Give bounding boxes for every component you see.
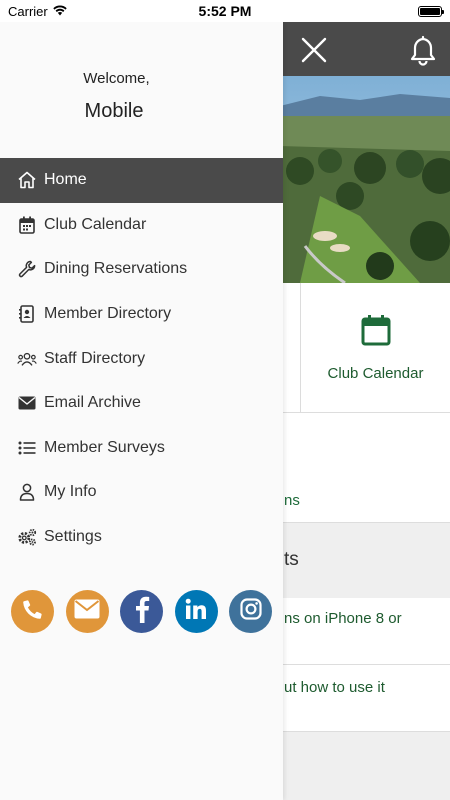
nav-item-dining-reservations[interactable]: Dining Reservations [0,247,283,292]
nav-item-label: Email Archive [44,394,141,412]
wrench-icon [17,259,37,279]
info-card-text: ns [284,492,300,509]
calendar-icon [361,314,391,351]
address-book-icon [17,304,37,324]
list-icon [17,438,37,458]
user-name: Mobile [84,100,144,122]
bell-icon[interactable] [408,34,438,66]
section-title: ts [284,549,299,570]
club-calendar-tile[interactable]: Club Calendar [301,283,450,413]
nav-item-club-calendar[interactable]: Club Calendar [0,203,283,248]
nav-item-label: Staff Directory [44,349,146,367]
battery-icon [418,5,444,17]
facebook-icon [134,595,150,628]
nav-item-staff-directory[interactable]: Staff Directory [0,336,283,381]
welcome-label: Welcome, [83,70,150,87]
nav-menu: Home Club Calendar Dining Reservations M… [0,158,283,559]
nav-item-label: Club Calendar [44,215,147,233]
instagram-button[interactable] [229,590,272,633]
gears-icon [17,527,37,547]
user-icon [17,482,37,502]
nav-item-email-archive[interactable]: Email Archive [0,381,283,426]
list-item-text: ns on iPhone 8 or [284,610,402,627]
instagram-icon [239,597,263,626]
nav-item-label: My Info [44,483,97,501]
nav-item-member-surveys[interactable]: Member Surveys [0,426,283,471]
calendar-icon [17,215,37,235]
nav-item-label: Member Surveys [44,438,165,456]
status-bar: Carrier 5:52 PM [0,0,450,22]
navigation-drawer: Welcome, Mobile Home Club Calendar Dinin… [0,22,283,800]
nav-item-home[interactable]: Home [0,158,283,203]
social-links [11,590,272,633]
envelope-icon [74,599,100,624]
home-icon [17,170,37,190]
close-icon[interactable] [298,34,330,66]
nav-item-label: Home [44,171,87,189]
facebook-button[interactable] [120,590,163,633]
nav-item-my-info[interactable]: My Info [0,470,283,515]
email-button[interactable] [65,590,109,633]
linkedin-button[interactable] [174,590,218,633]
clock: 5:52 PM [198,3,252,19]
phone-icon [21,597,45,626]
linkedin-icon [184,597,208,626]
nav-item-settings[interactable]: Settings [0,515,283,560]
users-icon [17,349,37,369]
club-calendar-tile-label: Club Calendar [327,365,424,382]
nav-item-label: Settings [44,528,102,546]
nav-item-label: Member Directory [44,305,172,323]
envelope-icon [17,393,37,413]
list-item-text: ut how to use it [284,679,385,696]
nav-item-label: Dining Reservations [44,260,188,278]
nav-item-member-directory[interactable]: Member Directory [0,292,283,337]
phone-button[interactable] [11,590,54,633]
